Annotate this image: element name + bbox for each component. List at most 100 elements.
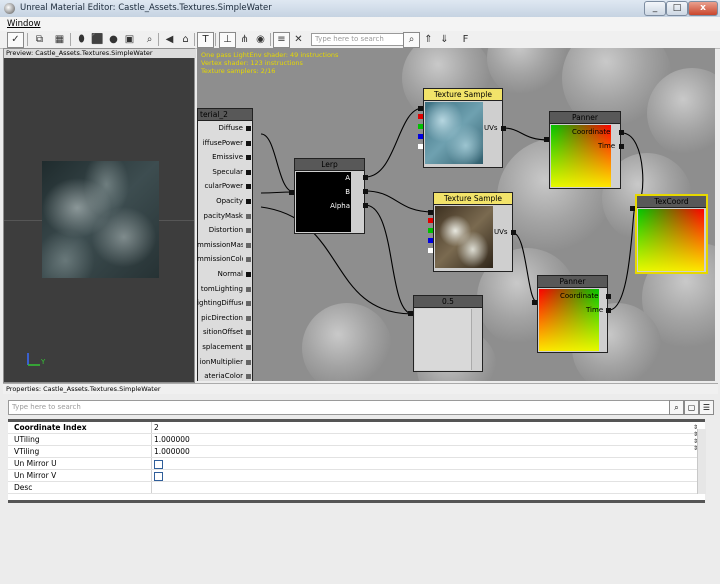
property-key: UTiling [14,435,40,444]
material-input-pin[interactable] [246,169,251,175]
material-input-pin[interactable] [246,228,251,234]
material-pin-label: Emissive [212,153,243,162]
material-input-pin[interactable] [246,126,251,131]
grid-icon[interactable]: ▦ [51,32,68,48]
texcoord-output-pin[interactable] [630,206,635,211]
texture-sample-1-uvs-pin[interactable] [501,126,506,131]
material-graph-canvas[interactable]: One pass LightEnv shader: 49 instruction… [197,48,715,381]
material-input-pin[interactable] [246,359,251,365]
properties-search-icon[interactable]: ⌕ [669,400,684,415]
property-value[interactable]: 1.000000 [154,434,190,445]
constant-output-pin[interactable] [408,311,413,316]
unmirror-v-checkbox[interactable] [154,472,163,481]
texture-sample-1-title: Texture Sample [424,89,502,101]
panner-2-output-pin[interactable] [532,300,537,305]
material-input-pin[interactable] [246,242,251,248]
text-tool-icon[interactable]: T [197,32,214,48]
material-pin-label: ionMultiplier [199,357,243,366]
home-icon[interactable]: ⌂ [177,32,194,48]
panner-node-1[interactable]: Panner Coordinate Time [549,111,621,189]
cube-preview-icon[interactable]: ⬛ [89,32,106,48]
texture-sample-1-output-pin[interactable] [418,106,423,111]
property-row-vtiling[interactable]: VTiling 1.000000 [8,446,698,458]
search-next-icon[interactable]: ⇓ [436,32,453,48]
menu-window[interactable]: Window [7,19,41,29]
material-input-pin[interactable] [246,184,251,190]
axis-y-label: Y [41,358,46,366]
plane-preview-icon[interactable]: ▣ [121,32,138,48]
properties-clear-icon[interactable]: ▢ [684,400,699,415]
material-pin-label: Distortion [208,226,243,235]
properties-scrollbar[interactable] [697,429,706,494]
material-input-pin[interactable] [246,155,251,161]
property-value[interactable]: 2 [154,422,159,433]
properties-options-icon[interactable]: ☰ [699,400,714,415]
constant-node[interactable]: 0.5 [413,295,483,372]
property-row-utiling[interactable]: UTiling 1.000000 [8,434,698,446]
texture-sample-node-1[interactable]: Texture Sample UVs [423,88,503,168]
properties-search-input[interactable]: Type here to search [8,400,671,415]
panner-1-time-pin[interactable] [619,144,624,149]
minimize-button[interactable]: _ [644,1,666,16]
preview-panel[interactable]: Preview: Castle_Assets.Textures.SimpleWa… [3,48,196,383]
material-pin-label: iffusePower [202,138,243,147]
apply-check-icon[interactable]: ✓ [7,32,24,48]
texcoord-title: TexCoord [637,196,706,208]
material-input-pin[interactable] [246,140,251,146]
panner-1-coordinate-pin[interactable] [619,130,624,135]
lerp-alpha-pin[interactable] [363,203,368,208]
lerp-a-pin[interactable] [363,175,368,180]
material-input-pin[interactable] [246,286,251,292]
property-row-coordinate-index[interactable]: Coordinate Index 2 [8,422,698,434]
unmirror-u-checkbox[interactable] [154,460,163,469]
texture-sample-node-2[interactable]: Texture Sample UVs [433,192,513,272]
panner-1-output-pin[interactable] [544,137,549,142]
panner-2-title: Panner [538,276,607,288]
property-row-desc[interactable]: Desc [8,482,698,494]
back-arrow-icon[interactable]: ◀ [161,32,178,48]
clean-unused-icon[interactable]: ✕ [290,32,307,48]
material-input-pin[interactable] [246,199,251,204]
stats-toggle-icon[interactable]: ≡ [273,32,290,48]
texture-sample-2-output-pin[interactable] [428,210,433,215]
cylinder-preview-icon[interactable]: ⬮ [73,32,90,48]
property-key: Desc [14,483,33,492]
lerp-node[interactable]: Lerp A B Alpha [294,158,365,234]
material-input-pin[interactable] [246,301,251,307]
search-icon[interactable]: ⌕ [403,32,420,48]
zoom-icon[interactable]: ⌕ [141,32,158,48]
property-value[interactable]: 1.000000 [154,446,190,457]
material-input-pin[interactable] [246,257,251,263]
sphere-preview-icon[interactable]: ● [105,32,122,48]
panner-2-coordinate-pin[interactable] [606,294,611,299]
lerp-output-pin[interactable] [289,190,294,195]
material-pin-label: ateriaColor [204,372,243,381]
material-input-pin[interactable] [246,374,251,380]
fit-view-icon[interactable]: ⧉ [31,32,48,48]
material-input-pin[interactable] [246,213,251,219]
expression-tree-icon[interactable]: ⋔ [236,32,253,48]
panner-1-title: Panner [550,112,620,124]
maximize-button[interactable]: □ [666,1,688,16]
lerp-b-pin[interactable] [363,189,368,194]
texture-sample-2-uvs-pin[interactable] [511,230,516,235]
lerp-pin-b: B [345,188,350,196]
panner-node-2[interactable]: Panner Coordinate Time [537,275,608,353]
close-button[interactable]: x [688,1,718,16]
toolbar-search-input[interactable]: Type here to search [311,33,405,46]
panner-2-time-pin[interactable] [606,308,611,313]
search-prev-icon[interactable]: ⇑ [420,32,437,48]
constant-preview [415,309,472,370]
material-input-pin[interactable] [246,272,251,277]
realtime-eye-icon[interactable]: ◉ [252,32,269,48]
material-input-pin[interactable] [246,345,251,350]
property-row-unmirror-u[interactable]: Un Mirror U [8,458,698,470]
texcoord-node[interactable]: TexCoord [635,194,708,274]
flatten-icon[interactable]: F [457,32,474,48]
panner-1-coordinate-label: Coordinate [572,128,611,136]
connectors-icon[interactable]: ⊥ [219,32,236,48]
material-input-pin[interactable] [246,330,251,336]
material-input-pin[interactable] [246,315,251,321]
menu-bar: Window [0,17,720,32]
property-row-unmirror-v[interactable]: Un Mirror V [8,470,698,482]
